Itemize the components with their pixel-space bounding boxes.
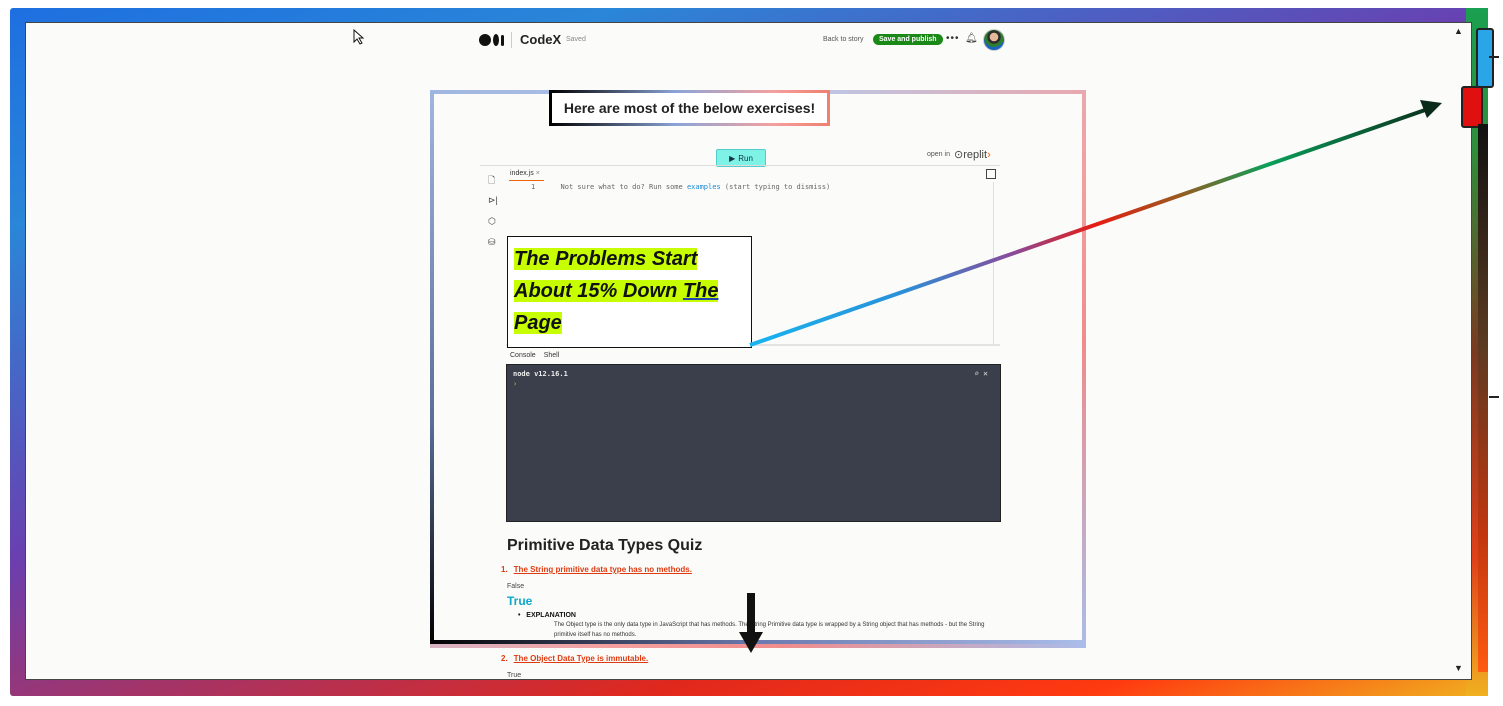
pointer-arrow xyxy=(749,107,1429,347)
arrow-overlay xyxy=(739,100,1442,653)
arrow-down-head xyxy=(739,632,763,653)
arrow-down-icon xyxy=(747,593,755,633)
